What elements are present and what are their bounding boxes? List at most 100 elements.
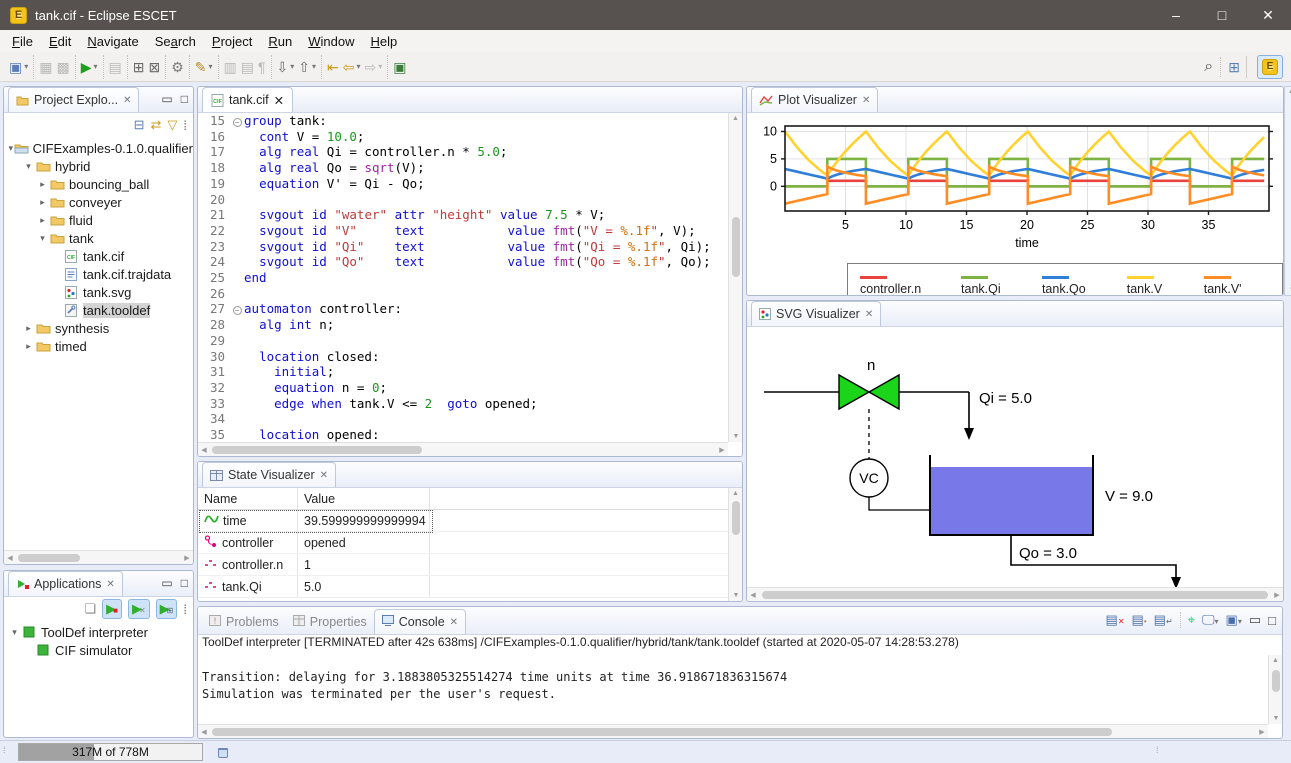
menu-window[interactable]: Window xyxy=(300,32,362,51)
add-annotation-button[interactable]: ⊞ xyxy=(131,57,147,77)
editor-vscrollbar[interactable]: ▲ ▼ xyxy=(728,113,742,442)
expander-icon[interactable]: ▸ xyxy=(22,323,35,334)
tab-applications[interactable]: Applications ✕ xyxy=(8,571,123,596)
open-perspective-button[interactable]: ⊞ xyxy=(1226,57,1242,77)
expander-icon[interactable]: ▸ xyxy=(36,215,49,226)
close-tab-icon[interactable]: ✕ xyxy=(274,93,284,108)
state-vscrollbar[interactable]: ▲ ▼ xyxy=(728,488,742,601)
previous-annotation-button[interactable]: ⇧▾ xyxy=(296,57,318,77)
expander-icon[interactable]: ▸ xyxy=(36,197,49,208)
project-item-synthesis[interactable]: ▸synthesis xyxy=(4,319,193,337)
expander-icon[interactable]: ▾ xyxy=(22,161,35,172)
convert-button[interactable]: ▥ xyxy=(222,57,239,77)
project-item-hybrid[interactable]: ▾hybrid xyxy=(4,157,193,175)
open-console-icon[interactable]: ▣▾ xyxy=(1226,612,1242,628)
tab-plot-visualizer[interactable]: Plot Visualizer ✕ xyxy=(751,87,878,112)
link-editor-button[interactable]: ⇄ xyxy=(150,117,161,133)
close-tab-icon[interactable]: ✕ xyxy=(450,617,458,628)
remove-annotation-button[interactable]: ⊠ xyxy=(146,57,162,77)
tab-problems[interactable]: !Problems xyxy=(202,609,286,634)
mark-occurrences-button[interactable]: ✎▾ xyxy=(193,57,215,77)
tab-console[interactable]: Console✕ xyxy=(374,609,466,634)
escet-perspective-button[interactable]: E xyxy=(1257,55,1283,79)
skip-breakpoints-button[interactable]: ⚙ xyxy=(169,57,186,77)
minimize-view-button[interactable]: ▭ xyxy=(161,576,172,590)
filter-button[interactable]: ▽ xyxy=(167,117,177,133)
menu-search[interactable]: Search xyxy=(147,32,204,51)
project-item-cifexamples-0-1-0-qualifier[interactable]: ▾CIFExamples-0.1.0.qualifier xyxy=(4,139,193,157)
maximize-view-button[interactable]: □ xyxy=(181,92,188,106)
pin-console-icon[interactable]: ⌖ xyxy=(1188,612,1195,628)
project-item-tank[interactable]: ▾tank xyxy=(4,229,193,247)
expander-icon[interactable]: ▾ xyxy=(36,233,49,244)
close-tab-icon[interactable]: ✕ xyxy=(320,470,328,481)
menu-edit[interactable]: Edit xyxy=(41,32,79,51)
state-row-tank-Qi[interactable]: tank.Qi5.0 xyxy=(198,576,728,598)
close-tab-icon[interactable]: ✕ xyxy=(862,95,870,106)
save-all-button[interactable]: ▩ xyxy=(54,57,71,77)
menu-project[interactable]: Project xyxy=(204,32,260,51)
maximize-view-button[interactable]: □ xyxy=(181,576,188,590)
word-wrap-icon[interactable]: ▤↵ xyxy=(1154,612,1173,628)
application-item-cif-simulator[interactable]: CIF simulator xyxy=(4,641,193,659)
close-button[interactable]: ✕ xyxy=(1245,0,1291,30)
project-item-tank-tooldef[interactable]: tank.tooldef xyxy=(4,301,193,319)
expander-icon[interactable]: ▾ xyxy=(8,627,21,638)
terminate-all-button[interactable]: ▶■ xyxy=(102,599,122,619)
expander-icon[interactable]: ▸ xyxy=(36,179,49,190)
display-console-icon[interactable]: 🖵▾ xyxy=(1202,612,1219,628)
next-annotation-button[interactable]: ⇩▾ xyxy=(275,57,297,77)
minimize-button[interactable]: – xyxy=(1153,0,1199,30)
maximize-view-button[interactable]: □ xyxy=(1268,613,1276,628)
search-icon[interactable]: ⌕ xyxy=(1202,56,1215,78)
close-tab-icon[interactable]: ✕ xyxy=(123,95,131,106)
code-editor[interactable]: 15−group tank:16 cont V = 10.0;17 alg re… xyxy=(198,113,728,442)
show-whitespace-button[interactable]: ¶ xyxy=(256,57,268,77)
state-row-controller[interactable]: controlleropened xyxy=(198,532,728,554)
run-garbage-collector-button[interactable] xyxy=(212,744,234,761)
expander-icon[interactable]: ▸ xyxy=(22,341,35,352)
view-menu-button[interactable]: ⁞ xyxy=(183,118,187,133)
collapse-all-button[interactable]: ⊟ xyxy=(134,117,145,133)
state-row-time[interactable]: time39.599999999999994 xyxy=(198,510,728,532)
view-menu-button[interactable]: ⁞ xyxy=(183,602,187,617)
editor-hscrollbar[interactable]: ◀ ▶ xyxy=(198,442,728,456)
project-item-timed[interactable]: ▸timed xyxy=(4,337,193,355)
state-row-controller-n[interactable]: controller.n1 xyxy=(198,554,728,576)
pin-editor-button[interactable]: ▣ xyxy=(391,57,408,77)
menu-navigate[interactable]: Navigate xyxy=(79,32,146,51)
tab-project-explorer[interactable]: Project Explo... ✕ xyxy=(8,87,139,112)
scroll-lock-icon[interactable]: ▤• xyxy=(1132,612,1147,628)
auto-terminate-button[interactable]: ▶⊞ xyxy=(156,599,178,619)
back-button[interactable]: ⇦▾ xyxy=(341,57,363,77)
auto-expand-button[interactable]: ❏ xyxy=(84,601,96,617)
menu-run[interactable]: Run xyxy=(260,32,300,51)
project-item-tank-svg[interactable]: tank.svg xyxy=(4,283,193,301)
console-hscrollbar[interactable]: ◀ ▶ xyxy=(198,724,1268,738)
project-item-conveyer[interactable]: ▸conveyer xyxy=(4,193,193,211)
menu-help[interactable]: Help xyxy=(362,32,405,51)
save-button[interactable]: ▦ xyxy=(37,57,54,77)
minimize-view-button[interactable]: ▭ xyxy=(161,92,172,106)
maximize-button[interactable]: □ xyxy=(1199,0,1245,30)
remove-terminated-button[interactable]: ▶✕ xyxy=(128,599,150,619)
svg-hscrollbar[interactable]: ◀ ▶ xyxy=(747,587,1283,601)
show-doc-button[interactable]: ▤ xyxy=(239,57,256,77)
project-item-tank-cif[interactable]: CIFtank.cif xyxy=(4,247,193,265)
console-output[interactable]: Transition: delaying for 3.1883805325514… xyxy=(198,655,1268,724)
run-button[interactable]: ▶▾ xyxy=(79,57,100,77)
tab-svg-visualizer[interactable]: SVG Visualizer ✕ xyxy=(751,301,881,326)
tab-editor-tank-cif[interactable]: CIF tank.cif ✕ xyxy=(202,87,293,112)
forward-button[interactable]: ⇨▾ xyxy=(363,57,385,77)
tab-properties[interactable]: Properties xyxy=(286,609,374,634)
project-item-tank-cif-trajdata[interactable]: tank.cif.trajdata xyxy=(4,265,193,283)
application-item-tooldef-interpreter[interactable]: ▾ToolDef interpreter xyxy=(4,623,193,641)
project-explorer-hscrollbar[interactable]: ◀ ▶ xyxy=(4,550,193,564)
clear-console-icon[interactable]: ▤✕ xyxy=(1106,612,1125,628)
menu-file[interactable]: File xyxy=(4,32,41,51)
project-item-bouncing-ball[interactable]: ▸bouncing_ball xyxy=(4,175,193,193)
fold-marker-icon[interactable]: − xyxy=(230,113,244,129)
close-tab-icon[interactable]: ✕ xyxy=(106,579,114,590)
last-edit-location-button[interactable]: ⇤ xyxy=(325,57,341,77)
state-table[interactable]: NameValuetime39.599999999999994controlle… xyxy=(198,488,728,601)
